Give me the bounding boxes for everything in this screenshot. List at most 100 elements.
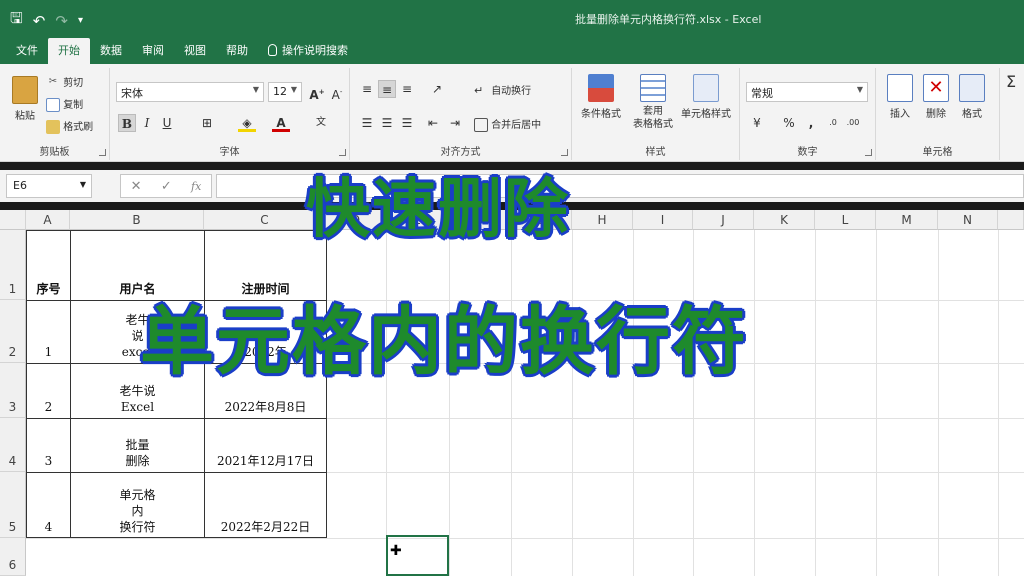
cell-c5[interactable]: 2022年2月22日 [205,472,326,538]
decrease-indent-icon[interactable]: ⇤ [424,114,442,132]
worksheet-grid[interactable]: A B C D E F G H I J K L M N 1 2 3 4 5 6 … [0,210,1024,576]
align-top-icon[interactable]: ≡ [358,80,376,98]
cells-group: 插入 ✕ 删除 格式 单元格 [876,68,1000,160]
cell-a1[interactable]: 序号 [27,230,70,300]
row-number: 4 [8,454,17,468]
copy-button[interactable]: 复制 [46,96,83,112]
merge-center-label: 合并后居中 [491,120,542,131]
italic-button[interactable]: I [138,114,156,132]
row-header-1[interactable]: 1 [0,230,26,300]
number-launcher-icon[interactable] [865,149,872,156]
tab-tell-me[interactable]: 操作说明搜索 [258,38,358,64]
merge-center-button[interactable]: 合并后居中 [474,116,541,132]
tab-review[interactable]: 审阅 [132,38,174,64]
row-number: 5 [8,520,17,534]
decrease-decimal-icon[interactable]: .00 [844,114,862,132]
align-middle-icon[interactable]: ≡ [378,80,396,98]
grow-font-icon[interactable]: A+ [308,83,326,102]
column-header-a[interactable]: A [26,210,70,230]
column-header-h[interactable]: H [572,210,633,230]
increase-indent-icon[interactable]: ⇥ [446,114,464,132]
column-header-b[interactable]: B [70,210,204,230]
font-group: 宋体 ▼ 12 ▼ A+ A- B I U ⊞ ◈ A 文 字体 [110,68,350,160]
number-format-select[interactable]: 常规 ▼ [746,82,868,102]
tab-home[interactable]: 开始 [48,38,90,64]
font-color-icon[interactable]: A [272,114,290,132]
chevron-down-icon: ▼ [79,180,86,189]
alignment-group-label: 对齐方式 [440,147,481,158]
gridline [815,230,816,576]
cell-a5[interactable]: 4 [27,472,70,538]
name-box[interactable]: E6 ▼ [6,174,92,198]
scissors-icon: ✂ [48,76,58,87]
fill-color-icon[interactable]: ◈ [238,114,256,132]
bold-button[interactable]: B [118,114,136,132]
undo-icon[interactable]: ↶ [33,12,46,30]
borders-icon[interactable]: ⊞ [198,114,216,132]
clipboard-launcher-icon[interactable] [99,149,106,156]
column-header-o[interactable] [998,210,1024,230]
row-header-6[interactable]: 6 [0,538,26,576]
align-right-icon[interactable]: ☰ [398,114,416,132]
cell-a2[interactable]: 1 [27,300,70,363]
tab-help[interactable]: 帮助 [216,38,258,64]
insert-button[interactable]: 插入 [884,74,916,120]
percent-icon[interactable]: % [780,114,798,132]
cell-styles-button[interactable]: 单元格样式 [678,74,734,120]
copy-label: 复制 [63,100,84,111]
row-header-2[interactable]: 2 [0,300,26,363]
cancel-icon[interactable]: ✕ [131,179,142,194]
chevron-down-icon: ▼ [290,85,297,94]
font-size-select[interactable]: 12 ▼ [268,82,302,102]
insert-label: 插入 [890,109,910,120]
align-bottom-icon[interactable]: ≡ [398,80,416,98]
font-launcher-icon[interactable] [339,149,346,156]
currency-icon[interactable]: ¥ [748,114,766,132]
alignment-launcher-icon[interactable] [561,149,568,156]
tab-view[interactable]: 视图 [174,38,216,64]
column-header-n[interactable]: N [938,210,998,230]
row-header-4[interactable]: 4 [0,418,26,472]
align-center-icon[interactable]: ☰ [378,114,396,132]
column-header-l[interactable]: L [815,210,876,230]
cell-b4[interactable]: 批量 删除 [71,418,204,472]
customize-qat-icon[interactable]: ▾ [78,15,83,26]
column-header-j[interactable]: J [693,210,754,230]
save-icon[interactable]: 🖫 [10,8,23,33]
row-header-3[interactable]: 3 [0,363,26,418]
confirm-icon[interactable]: ✓ [161,179,172,194]
column-header-i[interactable]: I [633,210,693,230]
column-header-k[interactable]: K [754,210,815,230]
delete-button[interactable]: ✕ 删除 [920,74,952,120]
shrink-font-icon[interactable]: A- [328,83,346,102]
format-painter-button[interactable]: 格式刷 [46,118,93,134]
conditional-format-button[interactable]: 条件格式 [578,74,624,120]
cell-c4[interactable]: 2021年12月17日 [205,418,326,472]
cells-group-label: 单元格 [922,147,953,158]
insert-function-icon[interactable]: fx [191,180,201,193]
cell-a3[interactable]: 2 [27,363,70,418]
tab-file[interactable]: 文件 [6,38,48,64]
align-left-icon[interactable]: ☰ [358,114,376,132]
cell-b5[interactable]: 单元格 内 换行符 [71,472,204,538]
row-header-5[interactable]: 5 [0,472,26,538]
tell-me-label: 操作说明搜索 [282,44,348,57]
wrap-text-button[interactable]: ↵ 自动换行 [474,82,531,98]
cut-button[interactable]: ✂ 剪切 [46,74,83,90]
font-name-select[interactable]: 宋体 ▼ [116,82,264,102]
paste-button[interactable]: 粘贴 [10,76,40,122]
copy-icon [46,98,60,112]
format-button[interactable]: 格式 [956,74,988,120]
phonetic-icon[interactable]: 文 [312,114,330,132]
select-all-corner[interactable] [0,210,26,230]
comma-style-icon[interactable]: , [802,114,820,132]
underline-button[interactable]: U [158,114,176,132]
tab-data[interactable]: 数据 [90,38,132,64]
increase-decimal-icon[interactable]: .0 [824,114,842,132]
autosum-icon[interactable]: Σ [1006,72,1016,91]
redo-icon[interactable]: ↷ [55,12,68,30]
format-as-table-button[interactable]: 套用 表格格式 [630,74,676,131]
cell-a4[interactable]: 3 [27,418,70,472]
orientation-icon[interactable]: ↗ [428,80,446,98]
column-header-m[interactable]: M [876,210,938,230]
